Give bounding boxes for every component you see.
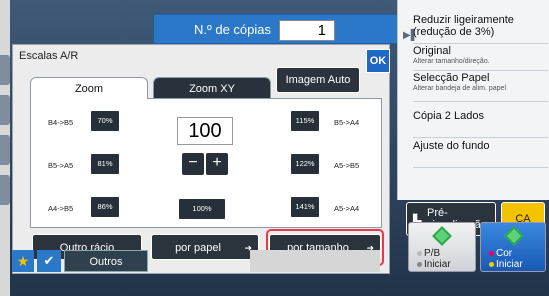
right-item-sub: Alterar bandeja de alim. papel <box>413 85 507 92</box>
start-diamond-icon <box>432 226 452 246</box>
bezel-tab[interactable] <box>0 55 10 85</box>
preset-label: A5->A4 <box>334 204 360 213</box>
ok-button[interactable]: OK <box>366 49 390 73</box>
right-item-reduce[interactable]: Reduzir ligeiramente (redução de 3%) <box>413 14 548 44</box>
preset-100-button[interactable]: 100% <box>178 198 226 220</box>
preset-label: B5->A5 <box>48 161 74 170</box>
button-label: por papel <box>175 242 221 254</box>
dialog-title: Escalas A/R <box>19 50 79 62</box>
preset-81-button[interactable]: 81% <box>90 153 120 175</box>
start-color-label: Cor Iniciar <box>489 248 523 270</box>
preset-label: A4->B5 <box>48 204 74 213</box>
bezel-tab[interactable] <box>0 95 10 125</box>
right-panel: ▶▌ Reduzir ligeiramente (redução de 3%) … <box>397 0 549 200</box>
plus-button[interactable]: + <box>206 153 228 175</box>
preset-label: B5->A4 <box>334 118 360 127</box>
right-item-original[interactable]: Original Alterar tamanho/direção. <box>413 45 548 71</box>
bezel-tab[interactable] <box>0 135 10 165</box>
start-bw-label: P/B Iniciar <box>417 248 451 270</box>
right-item-background[interactable]: Ajuste do fundo <box>413 140 548 168</box>
star-icon[interactable]: ★ <box>12 250 34 272</box>
right-item-label: Selecção Papel <box>413 72 490 84</box>
tab-zoom-xy[interactable]: Zoom XY <box>153 77 271 99</box>
checkmark-icon[interactable]: ✔ <box>37 250 61 272</box>
preset-label: B4->B5 <box>48 118 74 127</box>
start-bw-button[interactable]: P/B Iniciar <box>408 222 476 272</box>
bezel-tab[interactable] <box>0 175 10 205</box>
outros-button[interactable]: Outros <box>64 250 148 272</box>
preset-122-button[interactable]: 122% <box>290 153 320 175</box>
preset-115-button[interactable]: 115% <box>290 110 320 132</box>
preset-86-button[interactable]: 86% <box>90 196 120 218</box>
preset-141-button[interactable]: 141% <box>290 196 320 218</box>
start-color-button[interactable]: Cor Iniciar <box>480 222 546 272</box>
right-item-duplex[interactable]: Cópia 2 Lados <box>413 110 548 138</box>
right-item-label: Original <box>413 45 451 57</box>
tab-zoom[interactable]: Zoom <box>30 77 148 99</box>
right-item-label: Reduzir ligeiramente (redução de 3%) <box>413 14 514 38</box>
minus-button[interactable]: − <box>182 153 204 175</box>
status-strip <box>250 250 380 272</box>
right-item-sub: Alterar tamanho/direção. <box>413 58 490 65</box>
preset-70-button[interactable]: 70% <box>90 110 120 132</box>
image-auto-button[interactable]: Imagem Auto <box>276 67 360 93</box>
preset-label: A5->B5 <box>334 161 360 170</box>
copies-bar: N.º de cópias 1 <box>153 14 398 44</box>
left-bezel <box>0 0 10 296</box>
copies-input[interactable]: 1 <box>279 20 335 41</box>
start-diamond-icon <box>504 226 524 246</box>
by-paper-button[interactable]: por papel ➜ <box>151 234 259 260</box>
right-item-label: Cópia 2 Lados <box>413 110 484 122</box>
right-item-label: Ajuste do fundo <box>413 140 490 152</box>
copies-label: N.º de cópias <box>194 22 272 37</box>
right-item-paper[interactable]: Selecção Papel Alterar bandeja de alim. … <box>413 72 548 102</box>
zoom-value-display[interactable]: 100 <box>177 117 233 145</box>
